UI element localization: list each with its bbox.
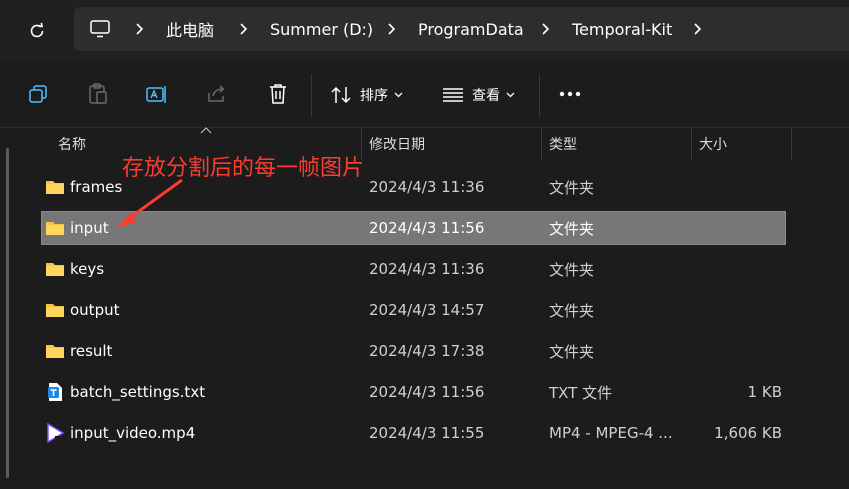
column-header-name[interactable]: 名称 bbox=[58, 128, 86, 160]
file-name: keys bbox=[70, 260, 105, 278]
paste-button[interactable] bbox=[86, 82, 110, 106]
monitor-icon bbox=[90, 20, 110, 38]
file-type: 文件夹 bbox=[549, 219, 595, 238]
folder-icon bbox=[46, 304, 64, 317]
file-date: 2024/4/3 11:56 bbox=[369, 383, 485, 401]
sort-menu-button[interactable]: 排序 bbox=[330, 82, 403, 108]
file-row-batch-settings[interactable]: batch_settings.txt 2024/4/3 11:56 TXT 文件… bbox=[41, 375, 786, 409]
file-date: 2024/4/3 11:55 bbox=[369, 424, 485, 442]
share-icon bbox=[208, 85, 225, 102]
computer-crumb-button[interactable] bbox=[90, 7, 110, 51]
column-header-type[interactable]: 类型 bbox=[549, 128, 577, 160]
breadcrumb-this-pc[interactable]: 此电脑 bbox=[166, 7, 214, 51]
toolbar-divider bbox=[539, 74, 540, 116]
chevron-right-icon[interactable] bbox=[134, 7, 144, 51]
address-bar-area: 此电脑 Summer (D:) ProgramData Temporal-Kit bbox=[0, 0, 849, 62]
file-type: 文件夹 bbox=[549, 178, 595, 197]
vertical-scrollbar[interactable] bbox=[6, 148, 9, 478]
toolbar-divider bbox=[311, 74, 312, 116]
folder-icon bbox=[46, 222, 64, 235]
folder-icon bbox=[46, 263, 64, 276]
trash-icon bbox=[270, 84, 286, 104]
delete-button[interactable] bbox=[266, 82, 290, 106]
chevron-down-icon bbox=[506, 92, 515, 98]
file-row-output[interactable]: output 2024/4/3 14:57 文件夹 bbox=[41, 293, 786, 327]
chevron-down-icon bbox=[394, 92, 403, 98]
file-size: 1,606 KB bbox=[714, 424, 782, 442]
file-name: input_video.mp4 bbox=[70, 424, 196, 442]
chevron-right-icon[interactable] bbox=[238, 7, 248, 51]
address-bar[interactable]: 此电脑 Summer (D:) ProgramData Temporal-Kit bbox=[74, 7, 849, 51]
folder-icon bbox=[46, 345, 64, 358]
sort-label: 排序 bbox=[360, 88, 388, 104]
more-dots-icon bbox=[559, 91, 581, 97]
file-size: 1 KB bbox=[747, 383, 782, 401]
copy-button[interactable] bbox=[26, 82, 50, 106]
file-type: 文件夹 bbox=[549, 301, 595, 320]
copy-icon bbox=[29, 85, 47, 103]
column-divider[interactable] bbox=[541, 128, 542, 160]
annotation-arrow-icon bbox=[116, 178, 183, 228]
column-header-size[interactable]: 大小 bbox=[699, 128, 727, 160]
file-row-keys[interactable]: keys 2024/4/3 11:36 文件夹 bbox=[41, 252, 786, 286]
breadcrumb-temporal-kit[interactable]: Temporal-Kit bbox=[572, 7, 672, 51]
sort-ascending-icon bbox=[200, 127, 212, 134]
file-type: MP4 - MPEG-4 ... bbox=[549, 424, 673, 442]
file-name: batch_settings.txt bbox=[70, 383, 206, 401]
more-options-button[interactable] bbox=[558, 82, 582, 106]
text-file-icon bbox=[48, 383, 62, 401]
file-row-input-video[interactable]: input_video.mp4 2024/4/3 11:55 MP4 - MPE… bbox=[41, 416, 786, 450]
breadcrumb-drive[interactable]: Summer (D:) bbox=[270, 7, 373, 51]
file-date: 2024/4/3 14:57 bbox=[369, 301, 485, 319]
sort-arrows-icon bbox=[331, 86, 351, 104]
column-divider[interactable] bbox=[791, 128, 792, 160]
refresh-icon bbox=[30, 22, 44, 38]
share-button[interactable] bbox=[205, 82, 229, 106]
file-type: 文件夹 bbox=[549, 260, 595, 279]
file-row-result[interactable]: result 2024/4/3 17:38 文件夹 bbox=[41, 334, 786, 368]
chevron-right-icon[interactable] bbox=[386, 7, 396, 51]
column-divider[interactable] bbox=[691, 128, 692, 160]
video-file-icon bbox=[47, 423, 65, 443]
command-bar: 排序 查看 bbox=[0, 62, 849, 128]
file-name: output bbox=[70, 301, 120, 319]
view-label: 查看 bbox=[472, 88, 500, 104]
rename-icon bbox=[146, 86, 166, 103]
file-name: result bbox=[70, 342, 113, 360]
file-date: 2024/4/3 17:38 bbox=[369, 342, 485, 360]
file-type: 文件夹 bbox=[549, 342, 595, 361]
breadcrumb-programdata[interactable]: ProgramData bbox=[418, 7, 524, 51]
file-date: 2024/4/3 11:36 bbox=[369, 178, 485, 196]
file-name: input bbox=[70, 219, 109, 237]
refresh-button[interactable] bbox=[24, 18, 50, 44]
folder-icon bbox=[46, 181, 64, 194]
chevron-right-icon[interactable] bbox=[692, 7, 702, 51]
chevron-right-icon[interactable] bbox=[540, 7, 550, 51]
column-header-date[interactable]: 修改日期 bbox=[369, 128, 425, 160]
file-date: 2024/4/3 11:56 bbox=[369, 219, 485, 237]
view-menu-button[interactable]: 查看 bbox=[442, 82, 515, 108]
view-list-icon bbox=[443, 88, 463, 102]
paste-icon bbox=[89, 83, 107, 104]
rename-button[interactable] bbox=[145, 82, 169, 106]
file-type: TXT 文件 bbox=[549, 383, 613, 402]
file-date: 2024/4/3 11:36 bbox=[369, 260, 485, 278]
